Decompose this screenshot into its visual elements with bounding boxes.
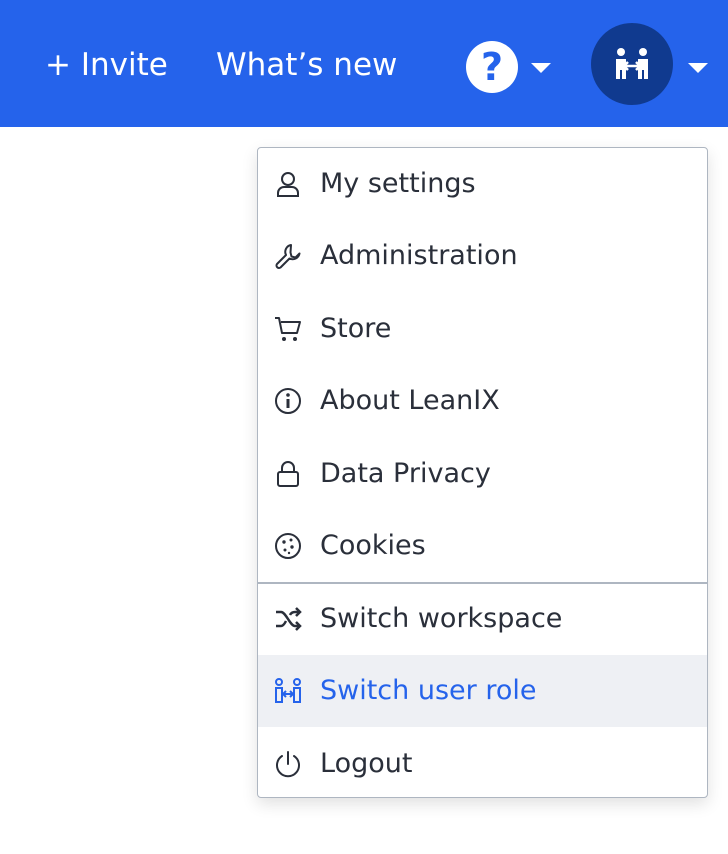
lock-icon xyxy=(277,461,299,487)
menu-item-label: My settings xyxy=(320,168,476,199)
cart-icon xyxy=(275,317,301,341)
menu-item-administration[interactable]: Administration xyxy=(258,220,707,292)
wrench-icon xyxy=(275,244,301,269)
info-icon xyxy=(275,388,301,414)
menu-item-label: Switch user role xyxy=(320,675,537,706)
whats-new-link[interactable]: What’s new xyxy=(216,40,397,90)
invite-link[interactable]: + Invite xyxy=(45,40,168,90)
user-icon xyxy=(277,172,299,197)
menu-item-my-settings[interactable]: My settings xyxy=(258,148,707,220)
menu-item-logout[interactable]: Logout xyxy=(258,728,707,800)
menu-item-cookies[interactable]: Cookies xyxy=(258,510,707,582)
power-icon xyxy=(276,751,300,778)
user-menu-chevron-down-icon[interactable] xyxy=(688,63,708,73)
menu-item-label: Store xyxy=(320,313,392,344)
menu-item-switch-user-role[interactable]: Switch user role xyxy=(258,655,707,727)
menu-item-label: About LeanIX xyxy=(320,385,500,416)
menu-item-about-leanix[interactable]: About LeanIX xyxy=(258,365,707,437)
switch-user-role-icon xyxy=(616,48,648,79)
switch-user-role-icon xyxy=(275,678,301,703)
menu-item-label: Administration xyxy=(320,240,518,271)
menu-item-label: Logout xyxy=(320,748,413,779)
menu-item-store[interactable]: Store xyxy=(258,293,707,365)
help-chevron-down-icon[interactable] xyxy=(531,63,551,73)
help-button[interactable]: ? xyxy=(466,41,518,93)
menu-item-switch-workspace[interactable]: Switch workspace xyxy=(258,583,707,655)
question-circle-icon: ? xyxy=(480,45,504,89)
top-navigation-bar: + Invite What’s new ? xyxy=(0,0,728,127)
menu-item-label: Cookies xyxy=(320,530,426,561)
menu-item-label: Data Privacy xyxy=(320,458,491,489)
shuffle-icon xyxy=(276,607,302,631)
menu-item-label: Switch workspace xyxy=(320,603,563,634)
user-dropdown-menu: My settings Administration Store About L… xyxy=(257,147,708,798)
user-menu-avatar-button[interactable] xyxy=(591,23,673,105)
menu-item-data-privacy[interactable]: Data Privacy xyxy=(258,438,707,510)
cookie-icon xyxy=(275,533,301,559)
